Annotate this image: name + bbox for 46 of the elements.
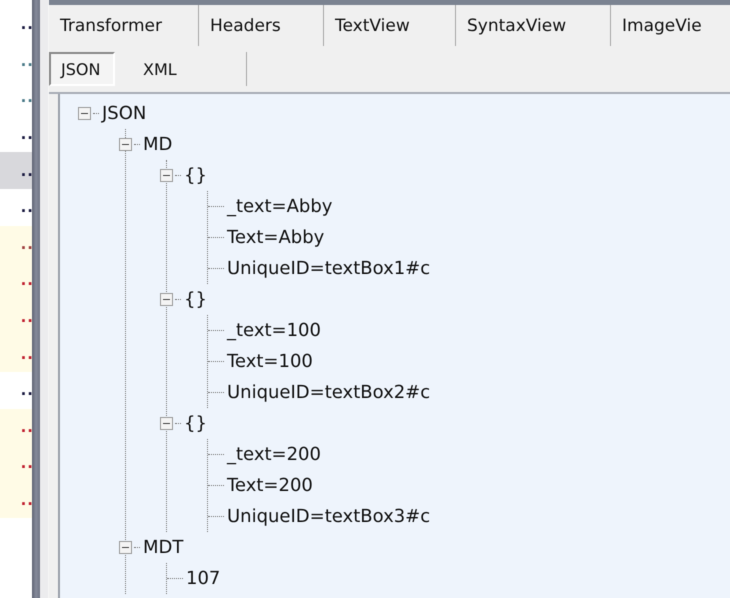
- list-row[interactable]: ..: [0, 262, 32, 299]
- truncated-text: ..: [20, 125, 34, 144]
- truncated-text: ..: [20, 381, 34, 400]
- truncated-text: ..: [20, 418, 34, 436]
- tree-node-label[interactable]: _text=200: [227, 444, 321, 465]
- collapse-icon[interactable]: [160, 293, 173, 306]
- truncated-text: ..: [20, 162, 34, 180]
- collapse-icon[interactable]: [160, 169, 173, 182]
- collapse-icon[interactable]: [119, 138, 132, 151]
- truncated-text: ..: [20, 491, 34, 510]
- truncated-text: ..: [20, 454, 34, 472]
- truncated-text: ..: [20, 15, 34, 34]
- tree-node-label[interactable]: UniqueID=textBox2#c: [227, 382, 430, 403]
- tree-node-label[interactable]: 107: [186, 568, 220, 589]
- list-row[interactable]: ..: [0, 482, 32, 518]
- tree-node-label[interactable]: _text=100: [227, 320, 321, 341]
- truncated-text: ..: [20, 271, 34, 290]
- truncated-text: ..: [20, 88, 34, 106]
- tree-node-label[interactable]: {}: [184, 165, 207, 186]
- tree-node-label[interactable]: Text=Abby: [227, 227, 324, 248]
- tree-node-label[interactable]: JSON: [102, 103, 146, 124]
- collapse-icon[interactable]: [78, 107, 91, 120]
- list-row[interactable]: ..: [0, 226, 32, 262]
- tab[interactable]: XML: [115, 52, 247, 86]
- tree-node-label[interactable]: {}: [184, 413, 207, 434]
- list-row[interactable]: ..: [0, 408, 32, 446]
- tree-node-label[interactable]: {}: [184, 289, 207, 310]
- list-row[interactable]: ..: [0, 445, 32, 482]
- truncated-text: ..: [20, 234, 34, 253]
- tree-node-label[interactable]: UniqueID=textBox3#c: [227, 506, 430, 527]
- truncated-text: ..: [20, 344, 34, 363]
- tree-node-label[interactable]: Text=200: [227, 475, 313, 496]
- collapse-icon[interactable]: [119, 541, 132, 554]
- tree-node-label[interactable]: Text=100: [227, 351, 313, 372]
- tree-node-label[interactable]: UniqueID=textBox1#c: [227, 258, 430, 279]
- tab[interactable]: JSON: [49, 52, 115, 86]
- tree-node-label[interactable]: MDT: [143, 537, 184, 558]
- list-row[interactable]: ..: [0, 152, 32, 189]
- truncated-text: ..: [20, 52, 34, 70]
- truncated-text: ..: [20, 308, 34, 326]
- tree-node-label[interactable]: MD: [143, 134, 172, 155]
- collapse-icon[interactable]: [160, 417, 173, 430]
- tree-node-label[interactable]: _text=Abby: [227, 196, 332, 217]
- truncated-text: ..: [20, 198, 34, 216]
- list-row[interactable]: ..: [0, 298, 32, 336]
- list-row[interactable]: ..: [0, 335, 32, 372]
